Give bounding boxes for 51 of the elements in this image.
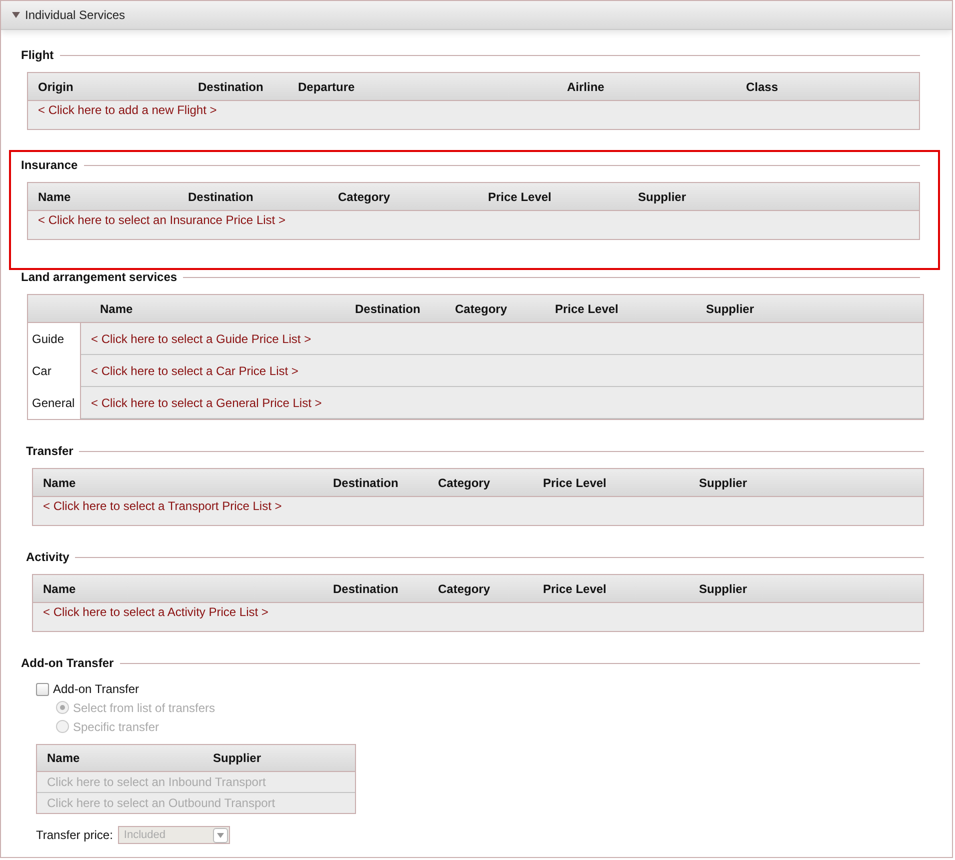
- add-link[interactable]: < Click here to select a Activity Price List >: [43, 605, 268, 619]
- row-label: General: [31, 395, 76, 412]
- column-header: Category: [438, 476, 490, 490]
- checkbox[interactable]: [36, 682, 49, 696]
- column-header: Supplier: [706, 302, 754, 316]
- section-title: Activity: [26, 550, 70, 564]
- column-header: Name: [38, 190, 71, 204]
- column-header: Price Level: [543, 582, 606, 596]
- add-link[interactable]: < Click here to select a Transport Price List >: [43, 499, 282, 513]
- column-header: Name: [100, 302, 133, 316]
- radio-label: Select from list of transfers: [73, 700, 216, 714]
- column-header: Destination: [198, 80, 264, 94]
- column-header: Supplier: [213, 751, 262, 765]
- column-header: Destination: [355, 302, 420, 316]
- row-label: Car: [31, 363, 52, 380]
- column-header: Destination: [333, 476, 398, 490]
- section-title: Land arrangement services: [21, 270, 178, 284]
- add-link[interactable]: < Click here to add a new Flight >: [38, 103, 217, 117]
- column-header: Supplier: [699, 476, 748, 490]
- column-header: Category: [338, 190, 390, 204]
- column-header: Class: [746, 80, 778, 94]
- select-link[interactable]: < Click here to select a Guide Price List >: [91, 332, 312, 346]
- add-link[interactable]: < Click here to select an Insurance Price List >: [38, 213, 286, 227]
- column-header: Airline: [567, 80, 604, 94]
- panel-title: Individual Services: [25, 8, 126, 22]
- column-header: Destination: [188, 190, 254, 204]
- section-title: Add-on Transfer: [21, 656, 114, 670]
- checkbox-label: Add-on Transfer: [53, 682, 140, 696]
- column-header: Price Level: [543, 476, 606, 490]
- select-link[interactable]: < Click here to select a General Price List >: [91, 396, 322, 410]
- column-header: Departure: [298, 80, 355, 94]
- column-header: Name: [43, 582, 76, 596]
- caret-icon: [216, 832, 224, 838]
- column-header: Name: [43, 476, 76, 490]
- section-title: Insurance: [21, 158, 78, 172]
- section-title: Flight: [21, 48, 54, 62]
- row-label: Guide: [31, 331, 66, 348]
- select-link[interactable]: < Click here to select a Car Price List >: [91, 364, 298, 378]
- column-header: Supplier: [638, 190, 686, 204]
- column-header: Origin: [38, 80, 74, 94]
- column-header: Category: [438, 582, 490, 596]
- panel-header[interactable]: Individual Services: [1, 1, 952, 30]
- column-header: Supplier: [699, 582, 748, 596]
- section-title: Transfer: [26, 444, 74, 458]
- column-header: Price Level: [488, 190, 552, 204]
- column-header: Price Level: [555, 302, 618, 316]
- radio-label: Specific transfer: [73, 720, 160, 734]
- column-header: Category: [455, 302, 508, 316]
- column-header: Name: [47, 751, 80, 765]
- column-header: Destination: [333, 582, 398, 596]
- field-label: Transfer price:: [36, 828, 113, 842]
